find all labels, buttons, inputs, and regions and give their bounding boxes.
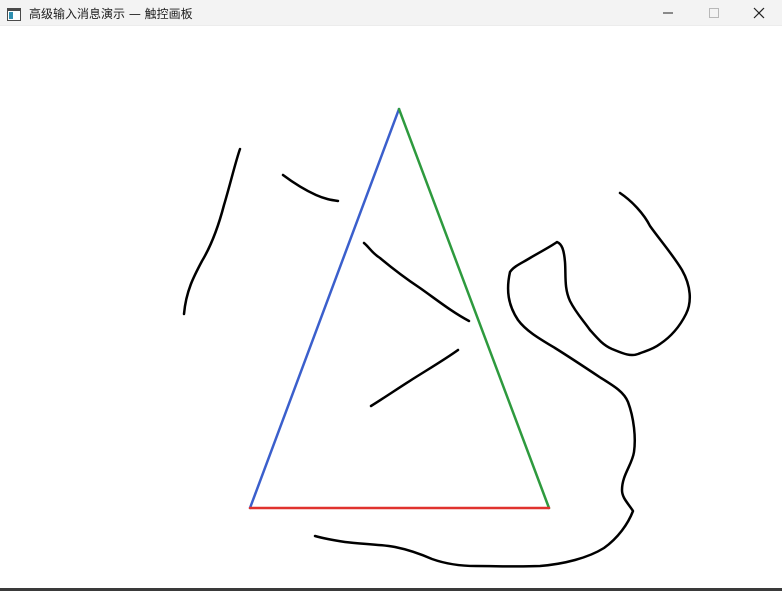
triangle-left-side <box>248 107 401 510</box>
triangle-right-side <box>397 107 551 510</box>
drawing-canvas[interactable] <box>0 0 782 591</box>
freehand-stroke <box>369 348 460 408</box>
freehand-stroke <box>182 147 242 316</box>
app-window: 高级输入消息演示 — 触控画板 <box>0 0 782 591</box>
freehand-stroke <box>281 173 340 203</box>
